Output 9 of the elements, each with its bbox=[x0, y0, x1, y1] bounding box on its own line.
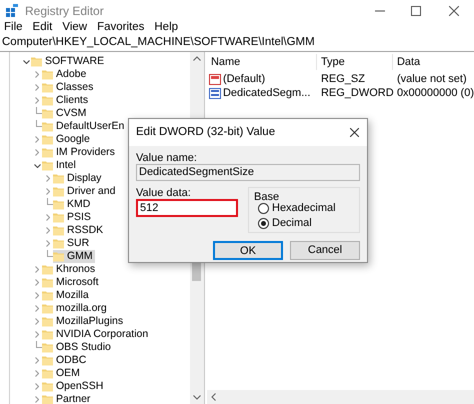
table-cell-text: (value not set) bbox=[396, 72, 468, 87]
table-cell-text: REG_DWORD bbox=[320, 86, 393, 101]
dialog-title: Edit DWORD (32-bit) Value bbox=[136, 124, 276, 140]
group-label: Base bbox=[254, 190, 280, 201]
field-label: Value data: bbox=[136, 186, 192, 199]
window-title: Registry Editor bbox=[25, 2, 104, 20]
table-cell-text: 0x00000000 (0) bbox=[396, 86, 474, 101]
table-cell-text: REG_SZ bbox=[320, 72, 366, 87]
field-label: Value name: bbox=[136, 151, 198, 164]
